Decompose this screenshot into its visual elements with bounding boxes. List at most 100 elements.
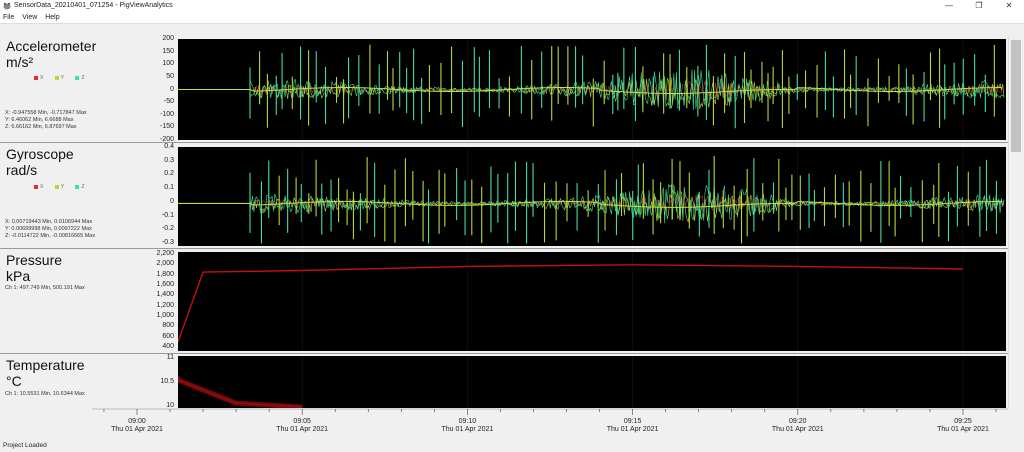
y-tick-label: 0: [170, 85, 174, 93]
stat-line: Y: 0.00699998 Min, 0.0097222 Max: [5, 226, 92, 232]
stats: Ch 1: 10.5531 Min, 10.6344 Max: [5, 391, 85, 398]
stat-line: Y: 6.46062 Min, 6.6688 Max: [5, 117, 74, 123]
date-label: Thu 01 Apr 2021: [771, 426, 824, 433]
close-button[interactable]: ✕: [994, 0, 1024, 12]
y-tick-label: -150: [159, 123, 174, 131]
y-tick-label: 150: [162, 47, 174, 55]
pressure-plot[interactable]: [178, 252, 1006, 351]
time-tick-label: 09:05 Thu 01 Apr 2021: [262, 418, 342, 434]
time-tick-label: 09:00 Thu 01 Apr 2021: [97, 418, 177, 434]
panel-title: Pressure: [6, 252, 63, 268]
time-label: 09:25: [954, 418, 972, 425]
stat-line: Ch 1: 497.749 Min, 500.191 Max: [5, 285, 85, 291]
stat-line: Z: 6.66162 Min, 6.87697 Max: [5, 124, 77, 130]
time-label: 09:15: [623, 418, 642, 425]
panel-unit: m/s²: [6, 54, 34, 70]
legend-item-x: X: [34, 184, 43, 190]
y-tick-label: 200: [162, 35, 174, 42]
temperature-panel: Temperature °C Ch 1: 10.5531 Min, 10.634…: [0, 354, 1008, 409]
panel-title: Gyroscope: [6, 146, 74, 162]
legend-item-z: Z: [75, 75, 85, 81]
time-axis: 09:00 Thu 01 Apr 2021 09:05 Thu 01 Apr 2021…: [0, 408, 1008, 440]
date-label: Thu 01 Apr 2021: [937, 426, 989, 433]
gyroscope-plot[interactable]: [178, 147, 1006, 246]
y-axis: 2,200 2,000 1,800 1,600 1,400 1,200 1,000 800 60…: [134, 250, 174, 354]
gyroscope-panel: Gyroscope rad/s X Y Z X: 0.00719443 Min,…: [0, 143, 1008, 249]
y-tick-label: 10.5: [160, 378, 174, 385]
legend-item-z: Z: [75, 184, 85, 190]
panel-heading: Pressure kPa: [6, 252, 62, 284]
y-tick-label: -200: [159, 136, 174, 143]
y-tick-label: -0.1: [161, 211, 174, 219]
panel-unit: °C: [6, 373, 22, 389]
stats: X: 0.00719443 Min, 0.0106944 Max Y: 0.00…: [5, 219, 95, 240]
time-tick-label: 09:10 Thu 01 Apr 2021: [427, 418, 507, 434]
y-tick-label: 1,200: [156, 301, 174, 309]
legend-label: Y: [60, 184, 65, 190]
stat-line: Z: -0.0114722 Min, -0.00816665 Max: [5, 233, 96, 239]
legend-item-y: Y: [54, 184, 65, 190]
y-tick-label: 11: [166, 354, 174, 361]
date-label: Thu 01 Apr 2021: [606, 426, 659, 433]
accelerometer-plot[interactable]: [178, 39, 1006, 140]
legend-label: Z: [81, 184, 85, 190]
window-title: SensorData_20210401_071254 - PigViewAnal…: [14, 2, 173, 9]
vertical-scrollbar[interactable]: [1008, 36, 1022, 408]
y-axis: 200 150 100 50 0 -50 -100 -150 -200: [134, 35, 174, 143]
y-tick-label: -100: [159, 110, 174, 118]
stat-line: Ch 1: 10.5531 Min, 10.6344 Max: [5, 391, 85, 397]
y-tick-label: 2,200: [156, 250, 174, 257]
chart-area: Accelerometer m/s² X Y Z X: -0.947558 Mi…: [0, 35, 1024, 409]
legend-swatch-y: [54, 184, 59, 189]
stats: X: -0.947558 Min, -0.717847 Max Y: 6.460…: [5, 110, 87, 131]
legend-item-x: X: [34, 75, 43, 81]
y-tick-label: 1,000: [156, 312, 174, 319]
legend: X Y Z: [34, 75, 95, 81]
time-tick-label: 09:20 Thu 01 Apr 2021: [758, 418, 838, 434]
time-label: 09:10: [458, 418, 477, 425]
legend-label: X: [40, 75, 44, 81]
y-tick-label: 1,600: [156, 281, 174, 288]
channel-1-trace: [178, 264, 964, 343]
restore-button[interactable]: ❐: [964, 0, 994, 12]
panel-title: Temperature: [6, 357, 85, 373]
y-tick-label: 100: [162, 60, 174, 68]
legend-item-y: Y: [54, 75, 65, 81]
minimize-button[interactable]: —: [934, 0, 964, 12]
time-axis-ticks: [92, 408, 1008, 415]
legend-swatch-y: [54, 75, 59, 80]
y-tick-label: -50: [163, 98, 174, 106]
y-axis: 0.4 0.3 0.2 0.1 0 -0.1 -0.2 -0.3: [134, 143, 174, 249]
panel-title: Accelerometer: [6, 38, 97, 54]
channel-1-noise-band: [178, 376, 303, 408]
y-tick-label: 0.4: [164, 143, 174, 150]
menu-help[interactable]: Help: [42, 12, 62, 21]
y-tick-label: 800: [162, 322, 174, 330]
y-tick-label: 600: [162, 332, 174, 340]
stat-line: X: -0.947558 Min, -0.717847 Max: [5, 110, 87, 116]
scrollbar-thumb[interactable]: [1011, 40, 1021, 152]
legend: X Y Z: [34, 184, 95, 190]
time-label: 09:05: [293, 418, 311, 425]
panel-unit: rad/s: [6, 162, 38, 178]
menu-view[interactable]: View: [19, 12, 40, 21]
pressure-panel: Pressure kPa Ch 1: 497.749 Min, 500.191 …: [0, 250, 1008, 354]
y-tick-label: 0: [170, 197, 174, 205]
panel-unit: kPa: [6, 268, 31, 284]
y-tick-label: 0.3: [164, 156, 174, 164]
accelerometer-panel: Accelerometer m/s² X Y Z X: -0.947558 Mi…: [0, 35, 1008, 143]
y-tick-label: 1,400: [156, 291, 174, 299]
temperature-plot[interactable]: [178, 356, 1006, 408]
y-tick-label: 2,000: [156, 260, 174, 268]
stat-line: X: 0.00719443 Min, 0.0106944 Max: [5, 219, 93, 225]
menu-file[interactable]: File: [0, 12, 17, 21]
legend-swatch-z: [75, 184, 80, 189]
time-tick-label: 09:15 Thu 01 Apr 2021: [593, 418, 673, 434]
legend-label: Z: [81, 75, 85, 81]
legend-label: Y: [60, 75, 65, 81]
panel-heading: Gyroscope rad/s: [6, 146, 74, 178]
y-tick-label: -0.3: [161, 239, 174, 246]
y-tick-label: -0.2: [161, 225, 174, 233]
date-label: Thu 01 Apr 2021: [276, 426, 329, 433]
menu-bar: File View Help: [0, 12, 1024, 24]
